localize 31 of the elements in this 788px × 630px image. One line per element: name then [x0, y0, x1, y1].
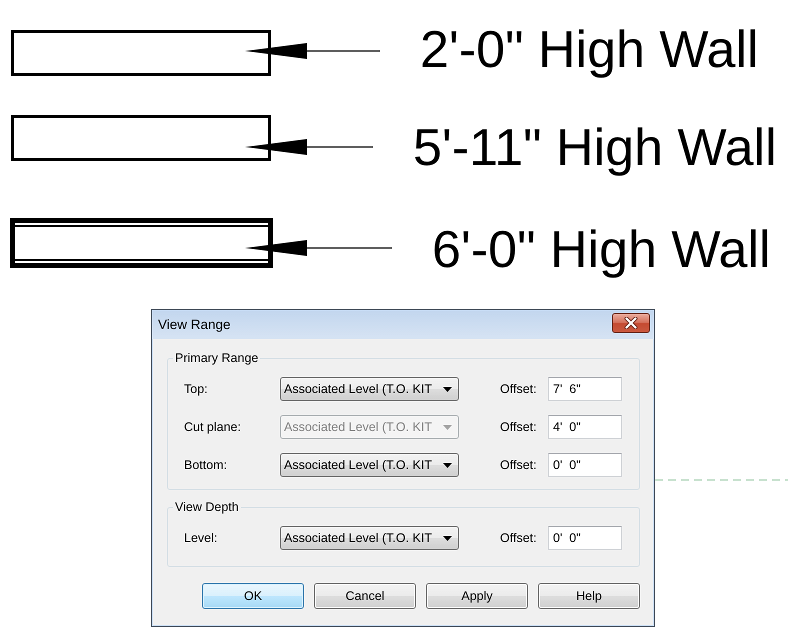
offset-label: Offset:: [500, 531, 538, 545]
caret-icon: [443, 536, 452, 540]
cancel-button[interactable]: Cancel: [314, 583, 416, 609]
field-label: Bottom:: [184, 458, 228, 472]
offset-label: Offset:: [500, 382, 538, 396]
offset-label: Offset:: [500, 420, 538, 434]
field-label: Level:: [184, 531, 218, 545]
caret-icon: [443, 386, 452, 392]
field-label: Top:: [184, 382, 209, 396]
level-dropdown[interactable]: Associated Level (T.O. KIT: [280, 453, 459, 477]
field-label: Cut plane:: [184, 420, 242, 434]
wall-label: 2'-0" High Wall: [420, 20, 759, 80]
level-dropdown[interactable]: Associated Level (T.O. KIT: [280, 377, 459, 401]
group-title: View Depth: [174, 500, 240, 515]
level-dropdown[interactable]: Associated Level (T.O. KIT: [280, 526, 459, 550]
wall-label: 6'-0" High Wall: [432, 220, 771, 280]
offset-field[interactable]: 7' 6": [548, 377, 622, 401]
window-title: View Range: [158, 316, 231, 334]
offset-field[interactable]: 4' 0": [548, 415, 622, 439]
offset-label: Offset:: [500, 458, 538, 472]
wall-label: 5'-11" High Wall: [413, 118, 777, 178]
caret-icon: [443, 424, 452, 430]
group-title: Primary Range: [174, 351, 260, 366]
ok-button[interactable]: OK: [202, 583, 304, 609]
caret-icon: [443, 462, 452, 468]
help-button[interactable]: Help: [538, 583, 640, 609]
offset-field[interactable]: 0' 0": [548, 453, 622, 477]
close-button[interactable]: [612, 313, 650, 333]
close-icon: [624, 317, 638, 329]
offset-field[interactable]: 0' 0": [548, 526, 622, 550]
apply-button[interactable]: Apply: [426, 583, 528, 609]
